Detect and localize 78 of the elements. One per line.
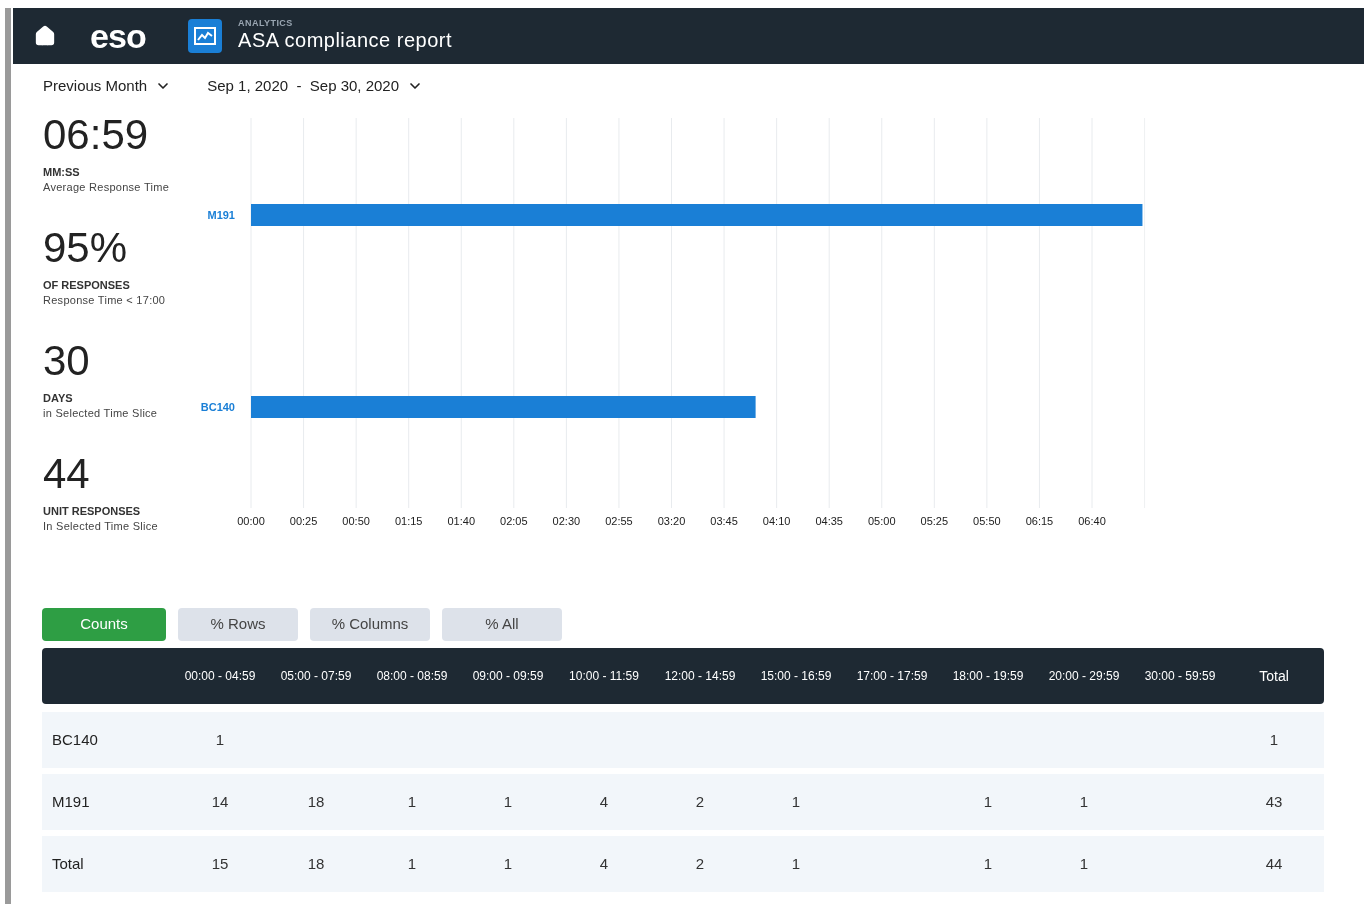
column-header: 05:00 - 07:59 bbox=[279, 668, 353, 685]
column-header: 18:00 - 19:59 bbox=[951, 668, 1025, 685]
table-cell-text: 1 bbox=[1078, 791, 1090, 812]
axis-tick-label: 05:50 bbox=[973, 515, 1001, 527]
table-cell-text: 1 bbox=[790, 853, 802, 874]
axis-tick-label: 06:40 bbox=[1078, 515, 1106, 527]
filter-dropdown[interactable]: Sep 1, 2020 - Sep 30, 2020 bbox=[207, 74, 424, 98]
table-cell-text: 4 bbox=[598, 853, 610, 874]
axis-tick-label: 03:20 bbox=[657, 515, 686, 527]
axis-tick-label: 03:45 bbox=[710, 515, 738, 527]
table-cell-text: 18 bbox=[306, 791, 326, 812]
stat-caption: in Selected Time Slice bbox=[43, 406, 159, 421]
column-header: 10:00 - 11:59 bbox=[568, 668, 640, 685]
view-toggle-button[interactable]: % Columns bbox=[310, 608, 430, 641]
column-header: 08:00 - 08:59 bbox=[375, 668, 449, 685]
analytics-icon bbox=[188, 19, 223, 53]
axis-tick-label: 04:35 bbox=[815, 515, 843, 527]
table-cell-text: 1 bbox=[982, 853, 994, 874]
category-label: BC140 bbox=[200, 401, 235, 413]
logo: eso bbox=[90, 19, 147, 53]
axis-tick-label: 01:40 bbox=[447, 515, 475, 527]
home-icon[interactable] bbox=[34, 25, 56, 47]
axis-tick-label: 00:25 bbox=[289, 515, 318, 527]
table-cell-text: Total bbox=[51, 853, 85, 874]
section-label: ANALYTICS bbox=[238, 19, 294, 28]
stat-value: 30 bbox=[43, 340, 91, 382]
table-cell-text: 1 bbox=[214, 729, 226, 750]
axis-tick-label: 05:00 bbox=[868, 515, 896, 527]
axis-tick-label: 02:30 bbox=[552, 515, 581, 527]
column-header: 09:00 - 09:59 bbox=[471, 668, 545, 685]
column-header: 00:00 - 04:59 bbox=[183, 668, 257, 685]
column-header: Total bbox=[1258, 666, 1290, 686]
stat-unit: MM:SS bbox=[43, 165, 81, 180]
table-cell-text: 18 bbox=[306, 853, 326, 874]
axis-tick-label: 06:15 bbox=[1025, 515, 1054, 527]
axis-tick-label: 00:00 bbox=[237, 515, 265, 527]
column-header: 17:00 - 17:59 bbox=[855, 668, 929, 685]
table-cell-text: 1 bbox=[1268, 729, 1280, 750]
table-cell-text: BC140 bbox=[51, 729, 99, 750]
filter-dropdown[interactable]: Previous Month bbox=[43, 74, 172, 98]
table-cell-text: 43 bbox=[1264, 791, 1284, 812]
axis-tick-label: 02:05 bbox=[500, 515, 528, 527]
axis-tick-label: 04:10 bbox=[762, 515, 791, 527]
table-cell-text: 1 bbox=[982, 791, 994, 812]
category-label: M191 bbox=[207, 209, 235, 221]
table-cell-text: 1 bbox=[502, 853, 514, 874]
column-header: 12:00 - 14:59 bbox=[663, 668, 737, 685]
axis-tick-label: 01:15 bbox=[394, 515, 423, 527]
column-header: 20:00 - 29:59 bbox=[1047, 668, 1121, 685]
table-cell-text: 1 bbox=[502, 791, 514, 812]
stat-caption: Response Time < 17:00 bbox=[43, 293, 167, 308]
stat-value: 06:59 bbox=[43, 114, 150, 156]
report-title: ASA compliance report bbox=[238, 28, 452, 53]
table-cell-text: 4 bbox=[598, 791, 610, 812]
stat-unit: OF RESPONSES bbox=[43, 278, 131, 293]
axis-tick-label: 02:55 bbox=[605, 515, 633, 527]
column-header: 30:00 - 59:59 bbox=[1143, 668, 1217, 685]
axis-tick-label: 00:50 bbox=[342, 515, 370, 527]
table-cell-text: 1 bbox=[790, 791, 802, 812]
table-cell-text: 15 bbox=[210, 853, 230, 874]
table-cell-text: 1 bbox=[406, 853, 418, 874]
table-cell-text: 14 bbox=[210, 791, 230, 812]
stat-value: 44 bbox=[43, 453, 91, 495]
table-cell-text: 1 bbox=[1078, 853, 1090, 874]
stat-caption: In Selected Time Slice bbox=[43, 519, 159, 534]
axis-tick-label: 05:25 bbox=[920, 515, 949, 527]
view-toggle-button[interactable]: % Rows bbox=[178, 608, 298, 641]
table-cell-text: 44 bbox=[1264, 853, 1284, 874]
table-cell-text: 2 bbox=[694, 853, 706, 874]
stat-unit: DAYS bbox=[43, 391, 74, 406]
table-cell-text: 1 bbox=[406, 791, 418, 812]
table-cell-text: M191 bbox=[51, 791, 91, 812]
view-toggle-button[interactable]: % All bbox=[442, 608, 562, 641]
stat-caption: Average Response Time bbox=[43, 180, 171, 195]
table-cell-text: 2 bbox=[694, 791, 706, 812]
column-header: 15:00 - 16:59 bbox=[759, 668, 833, 685]
stat-unit: UNIT RESPONSES bbox=[43, 504, 142, 519]
stat-value: 95% bbox=[43, 227, 129, 269]
